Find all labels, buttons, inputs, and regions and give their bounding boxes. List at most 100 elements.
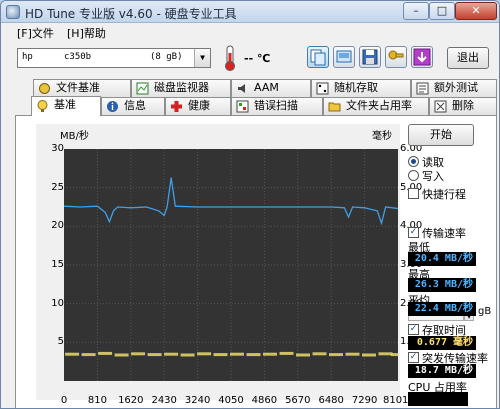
temperature-readout: -- ℃ [244,52,271,65]
access-time-point [230,352,244,356]
speaker-icon [238,84,245,93]
access-time-point [65,352,80,356]
tab-erase[interactable]: 删除 [429,97,497,115]
y-axis-left-label: MB/秒 [60,131,89,142]
x-tick: 4050 [218,395,244,406]
tab-random-access[interactable]: 随机存取 [311,79,411,97]
tab-label: 基准 [54,98,76,111]
access-time-point [329,353,343,357]
exit-button[interactable]: 退出 [447,47,489,69]
y-tick-left: 30 [51,143,64,154]
x-tick: 810 [87,395,107,406]
health-cross-icon [171,101,182,112]
start-button[interactable]: 开始 [408,124,474,146]
write-label: 写入 [422,170,444,183]
tab-label: 错误扫描 [254,99,298,112]
minimize-button[interactable]: – [403,2,429,20]
access-time-point [246,353,261,357]
tab-benchmark[interactable]: 基准 [31,96,101,116]
y-axis-right-label: 毫秒 [372,131,392,142]
tab-file-benchmark[interactable]: 文件基准 [33,79,131,97]
down-arrow-icon [413,48,431,66]
drive-size: (8 gB) [150,52,183,62]
x-tick: 7290 [351,395,378,406]
screenshot-icon [336,50,352,63]
tab-health[interactable]: 健康 [165,97,231,115]
access-time-point [180,353,195,357]
access-time-point [345,352,360,356]
tab-label: 磁盘监视器 [154,81,209,94]
plot-svg [63,149,405,381]
short-stroke-checkbox[interactable] [408,188,419,199]
tab-folder-usage[interactable]: 文件夹占用率 [323,97,429,115]
copy-screenshot-button[interactable] [333,46,355,68]
tab-label: 文件夹占用率 [346,99,412,112]
access-time-checkbox[interactable]: ✓ [408,324,419,335]
tab-label: 健康 [188,99,210,112]
access-time-point [390,353,405,357]
title-bar[interactable]: HD Tune 专业版 v4.60 - 硬盘专业工具 – □ ✕ [1,1,499,23]
burst-rate-checkbox[interactable]: ✓ [408,352,419,363]
extra-tests-icon [416,82,429,95]
y-tick-left: 10 [51,297,64,309]
tab-info[interactable]: 信息 [101,97,165,115]
tab-aam[interactable]: AAM [231,79,311,97]
burst-rate-value: 18.7 MB/秒 [408,364,476,378]
access-time-point [164,352,179,356]
tab-error-scan[interactable]: 错误扫描 [231,97,323,115]
menu-bar: [F]文件 [H]帮助 [1,23,499,41]
copy-info-button[interactable] [307,46,329,68]
cpu-value [408,392,468,406]
access-time-point [197,352,212,356]
access-time-point [213,353,228,357]
close-button[interactable]: ✕ [455,2,497,20]
error-scan-icon [236,100,249,113]
maximize-button[interactable]: □ [429,2,455,20]
tab-label: 文件基准 [56,81,100,94]
tab-extra-tests[interactable]: 额外测试 [411,79,497,97]
tab-label: 额外测试 [434,81,478,94]
write-radio[interactable] [408,170,419,181]
random-access-icon [316,82,329,95]
erase-icon [434,100,447,113]
thermometer-icon [225,45,235,71]
access-time-point [378,352,393,356]
tab-label: AAM [254,81,279,94]
drive-name: c350b [64,52,92,62]
x-tick: 3240 [184,395,211,406]
x-tick: 4860 [251,395,278,406]
menu-file[interactable]: [F]文件 [17,25,54,41]
app-icon [6,5,20,19]
access-time-point [147,353,162,357]
drive-model: hp [22,52,33,62]
drive-select[interactable]: hp c350b (8 gB) ▼ [17,48,211,68]
save-button[interactable] [359,46,381,68]
file-benchmark-icon [39,83,50,94]
min-value: 20.4 MB/秒 [408,252,476,266]
benchmark-panel: MB/秒 毫秒 302520151056.005.004.003.002.001… [15,115,497,408]
menu-help[interactable]: [H]帮助 [67,25,106,41]
tab-disk-monitor[interactable]: 磁盘监视器 [131,79,231,97]
x-tick: 0 [60,395,68,406]
tab-label: 随机存取 [334,81,378,94]
access-time-point [362,353,376,357]
benchmark-chart: MB/秒 毫秒 302520151056.005.004.003.002.001… [36,124,425,406]
disk-monitor-icon [136,82,149,95]
download-button[interactable] [411,46,433,68]
folder-usage-icon [328,102,341,112]
transfer-rate-checkbox[interactable]: ✓ [408,227,419,238]
x-tick: 1620 [118,395,144,406]
short-stroke-label: 快捷行程 [422,188,466,201]
max-value: 26.3 MB/秒 [408,278,476,292]
window-title: HD Tune 专业版 v4.60 - 硬盘专业工具 [25,7,237,21]
chevron-down-icon[interactable]: ▼ [194,49,210,67]
toolbar: hp c350b (8 gB) ▼ -- ℃ 退出 [1,41,499,77]
access-time-point [81,353,96,357]
app-window: HD Tune 专业版 v4.60 - 硬盘专业工具 – □ ✕ [F]文件 [… [0,0,500,409]
access-time-point [98,351,113,355]
x-tick: 5670 [285,395,311,406]
read-radio[interactable] [408,156,419,167]
options-button[interactable] [385,46,407,68]
x-tick: 2430 [151,395,177,406]
short-stroke-unit: gB [478,306,492,317]
